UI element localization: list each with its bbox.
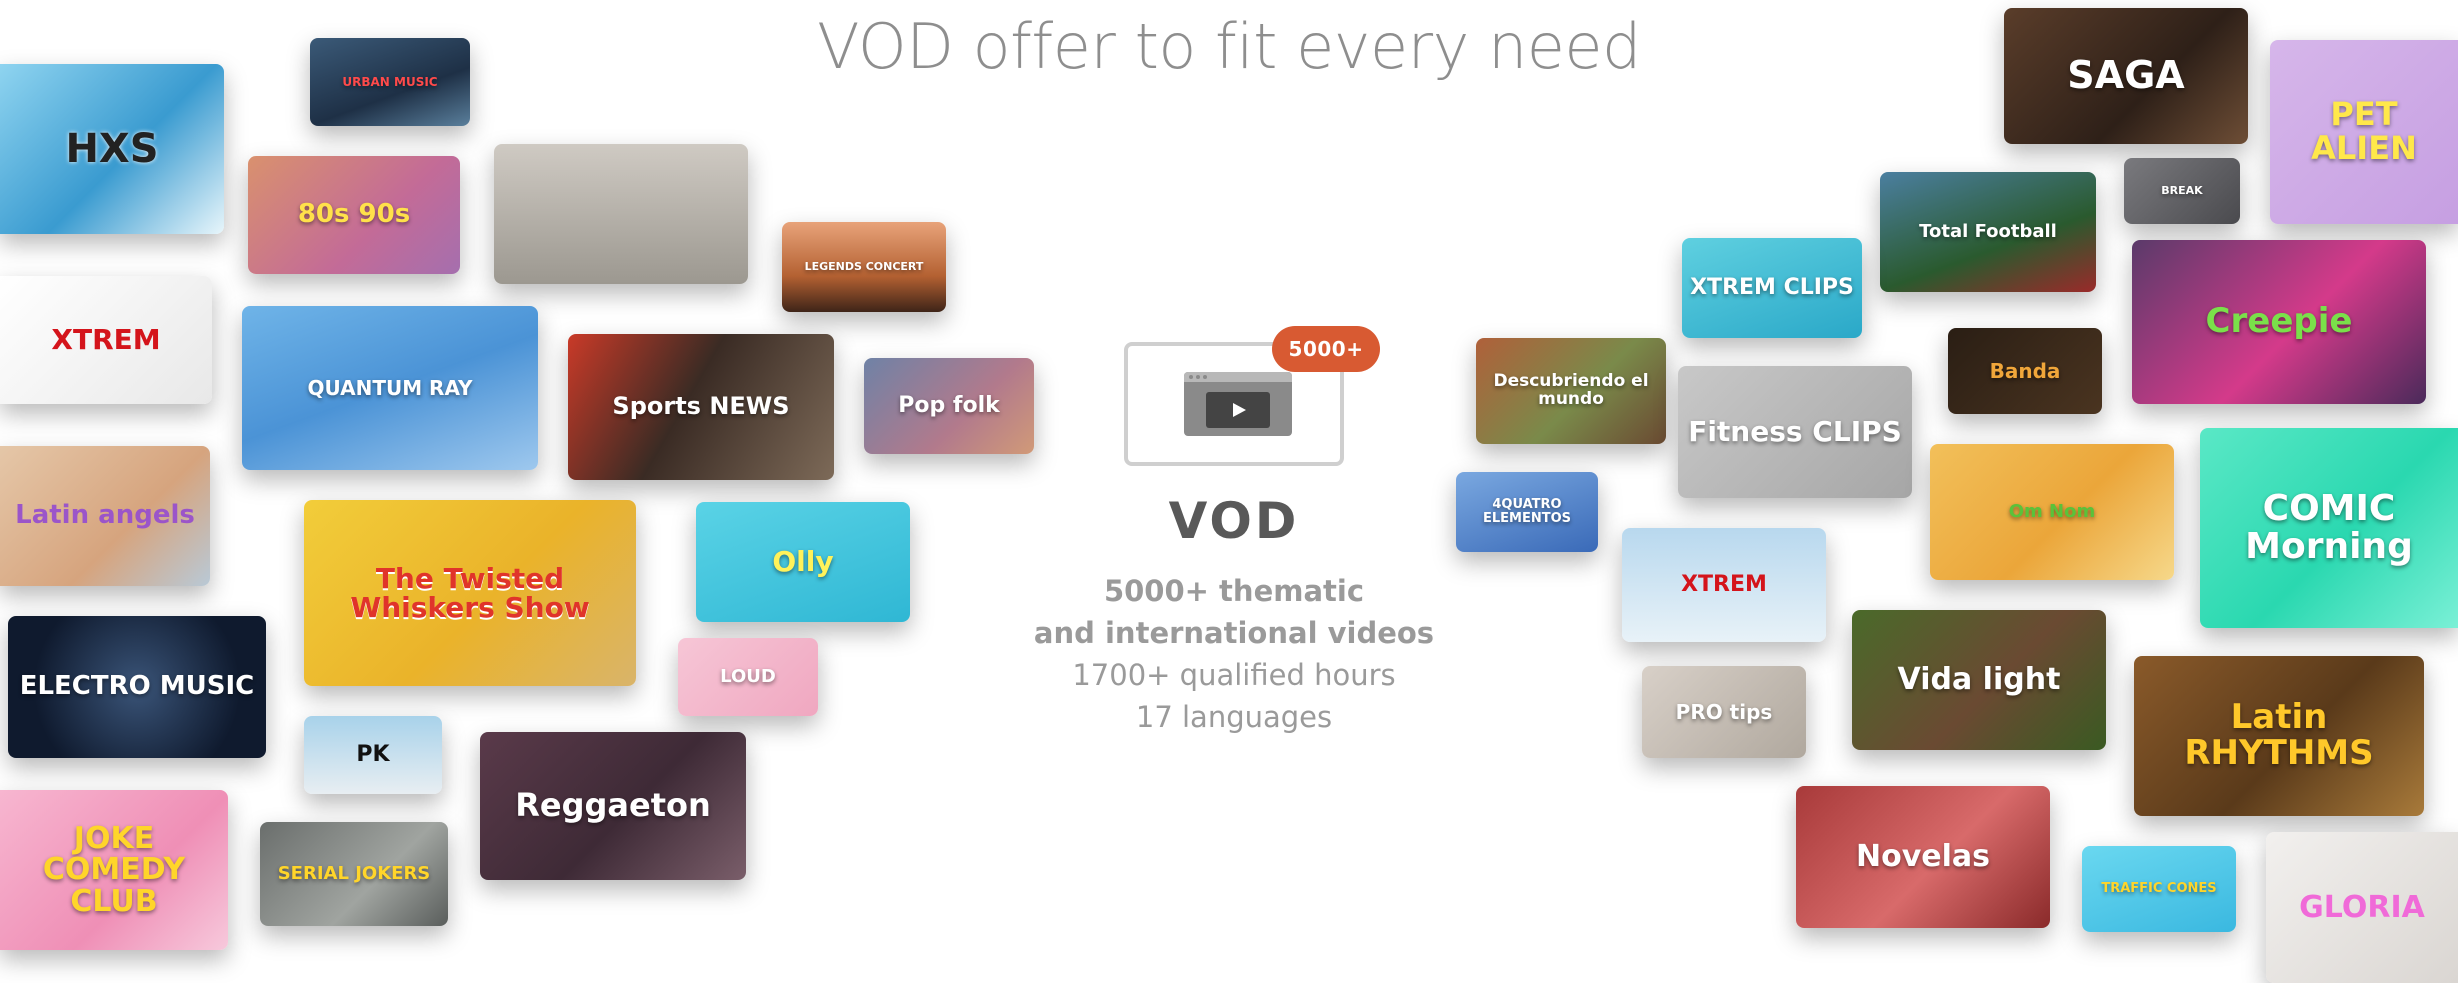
tile-quantum-ray[interactable]: QUANTUM RAY [242,306,538,470]
tile-latin-angels[interactable]: Latin angels [0,446,210,586]
video-player-icon [1184,372,1292,436]
tile-banda[interactable]: Banda [1948,328,2102,414]
tile-80s-90s[interactable]: 80s 90s [248,156,460,274]
tile-saga[interactable]: SAGA [2004,8,2248,144]
tile-pro-tips[interactable]: PRO tips [1642,666,1806,758]
tile-4quatro-elementos[interactable]: 4QUATRO ELEMENTOS [1456,472,1598,552]
tile-fitness-clips[interactable]: Fitness CLIPS [1678,366,1912,498]
tile-electro-music[interactable]: ELECTRO MUSIC [8,616,266,758]
vod-line-4: 17 languages [1135,700,1333,734]
tile-reggaeton[interactable]: Reggaeton [480,732,746,880]
tile-twisted-whiskers[interactable]: The Twisted Whiskers Show [304,500,636,686]
tile-urban-music[interactable]: URBAN MUSIC [310,38,470,126]
vod-line-1: 5000+ thematic [1103,574,1365,608]
vod-line-2: and international videos [1033,616,1435,650]
tile-hxs[interactable]: HXS [0,64,224,234]
tile-sports-news[interactable]: Sports NEWS [568,334,834,480]
tile-serial-jokers[interactable]: SERIAL JOKERS [260,822,448,926]
tile-pk[interactable]: PK [304,716,442,794]
tile-traffic-cones[interactable]: TRAFFIC CONES [2082,846,2236,932]
tile-pop-folk[interactable]: Pop folk [864,358,1034,454]
count-badge: 5000+ [1272,326,1380,372]
tile-om-nom[interactable]: Om Nom [1930,444,2174,580]
tile-latin-rhythms[interactable]: Latin RHYTHMS [2134,656,2424,816]
tile-xtrem-clips[interactable]: XTREM CLIPS [1682,238,1862,338]
vod-line-3: 1700+ qualified hours [1072,658,1396,692]
vod-heading: VOD [1168,492,1300,550]
play-icon [1206,392,1270,428]
tile-hugging-clouds[interactable] [494,144,748,284]
tile-vida-light[interactable]: Vida light [1852,610,2106,750]
tile-laughing-out-loud[interactable]: LOUD [678,638,818,716]
tile-xtreme-tricks[interactable]: XTREM [0,276,212,404]
tile-breakdance[interactable]: BREAK [2124,158,2240,224]
tile-xtrem-ski[interactable]: XTREM [1622,528,1826,642]
tile-comic-morning[interactable]: COMIC Morning [2200,428,2458,628]
tile-joke-comedy-club[interactable]: JOKE COMEDY CLUB [0,790,228,950]
tile-pet-alien[interactable]: PET ALIEN [2270,40,2458,224]
tile-descubriendo-el-mundo[interactable]: Descubriendo el mundo [1476,338,1666,444]
tile-olly[interactable]: Olly [696,502,910,622]
tile-gloria[interactable]: GLORIA [2266,832,2458,983]
tile-total-football[interactable]: Total Football [1880,172,2096,292]
tile-creepie[interactable]: Creepie [2132,240,2426,404]
tile-legendary-concert[interactable]: LEGENDS CONCERT [782,222,946,312]
tile-novelas[interactable]: Novelas [1796,786,2050,928]
